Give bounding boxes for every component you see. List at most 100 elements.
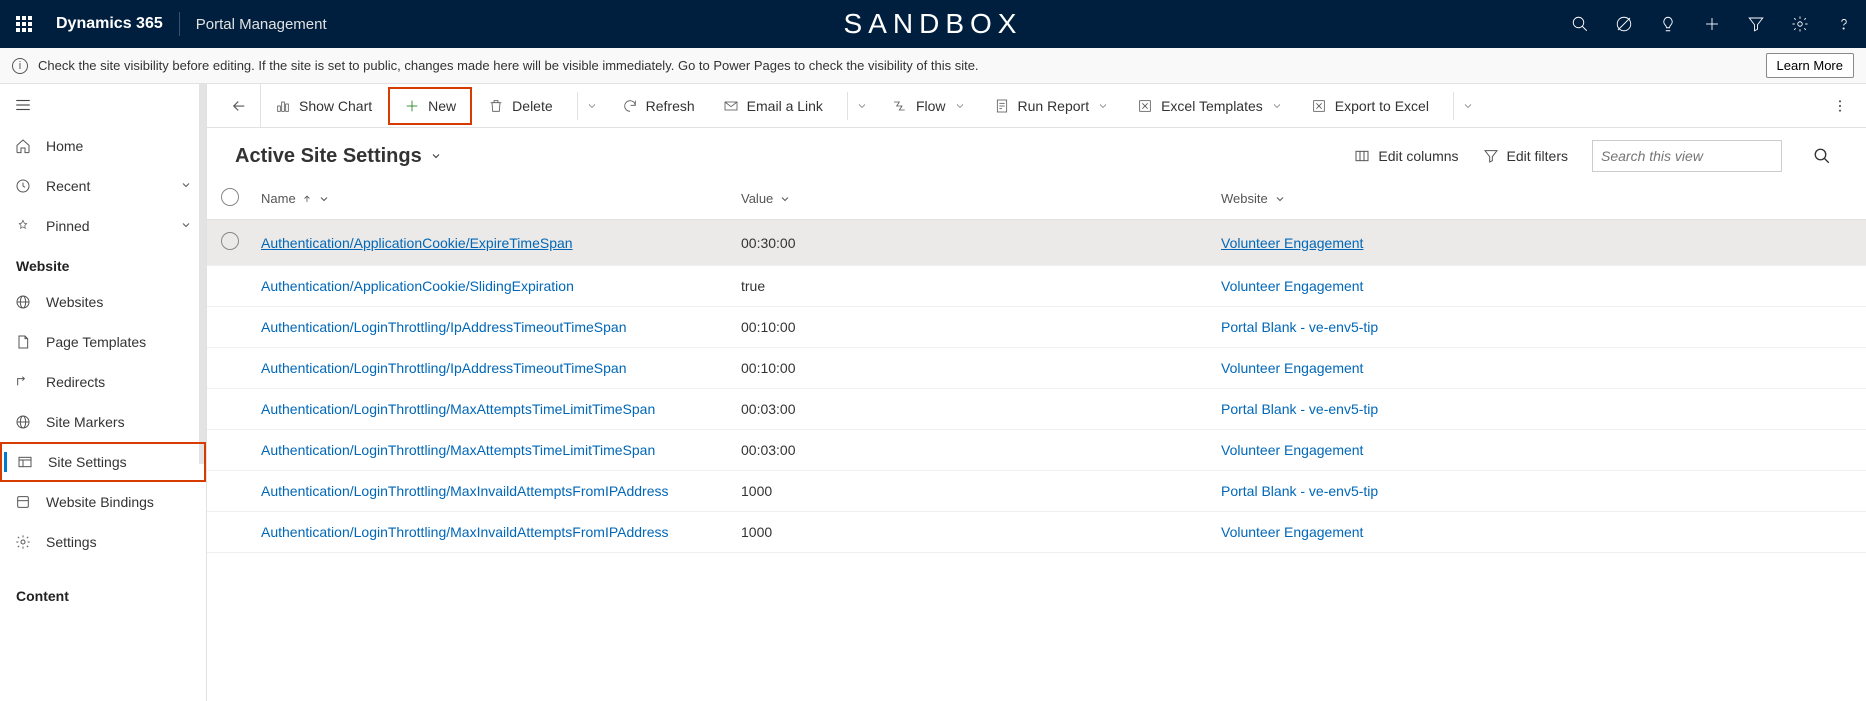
app-launcher-button[interactable] <box>0 0 48 48</box>
cell-name: Authentication/ApplicationCookie/Sliding… <box>253 266 733 307</box>
sidebar-item-site-markers[interactable]: Site Markers <box>0 402 206 442</box>
flow-button[interactable]: Flow <box>878 84 980 128</box>
table-row[interactable]: Authentication/LoginThrottling/IpAddress… <box>207 348 1866 389</box>
name-link[interactable]: Authentication/ApplicationCookie/ExpireT… <box>261 235 573 251</box>
lightbulb-icon <box>1659 15 1677 33</box>
sidebar-item-websites[interactable]: Websites <box>0 282 206 322</box>
col-header-name[interactable]: Name <box>253 178 733 220</box>
trash-icon <box>488 98 504 114</box>
email-split-button[interactable] <box>837 84 878 128</box>
sidebar-toggle[interactable] <box>0 84 206 126</box>
row-select-cell[interactable] <box>207 307 253 348</box>
table-row[interactable]: Authentication/LoginThrottling/MaxInvail… <box>207 512 1866 553</box>
view-selector[interactable]: Active Site Settings <box>235 145 442 168</box>
export-split-button[interactable] <box>1443 84 1484 128</box>
website-link[interactable]: Portal Blank - ve-env5-tip <box>1221 319 1378 335</box>
col-header-value[interactable]: Value <box>733 178 1213 220</box>
excel-templates-button[interactable]: Excel Templates <box>1123 84 1297 128</box>
search-view-button[interactable] <box>1806 140 1838 172</box>
radio-icon <box>221 188 239 206</box>
edit-filters-button[interactable]: Edit filters <box>1483 148 1568 164</box>
divider <box>847 92 848 120</box>
cell-value: 00:10:00 <box>733 348 1213 389</box>
assistant-button[interactable] <box>1602 0 1646 48</box>
back-button[interactable] <box>217 84 261 128</box>
sidebar-item-page-templates[interactable]: Page Templates <box>0 322 206 362</box>
website-link[interactable]: Portal Blank - ve-env5-tip <box>1221 401 1378 417</box>
delete-button[interactable]: Delete <box>474 84 566 128</box>
name-link[interactable]: Authentication/LoginThrottling/IpAddress… <box>261 360 627 376</box>
hamburger-icon <box>14 96 32 114</box>
search-input[interactable] <box>1601 148 1783 164</box>
sidebar-item-pinned[interactable]: Pinned <box>0 206 206 246</box>
settings-button[interactable] <box>1778 0 1822 48</box>
website-link[interactable]: Portal Blank - ve-env5-tip <box>1221 483 1378 499</box>
sidebar-item-redirects[interactable]: Redirects <box>0 362 206 402</box>
refresh-button[interactable]: Refresh <box>608 84 709 128</box>
app-name-label[interactable]: Portal Management <box>196 16 327 33</box>
cell-value: 00:03:00 <box>733 430 1213 471</box>
row-select-cell[interactable] <box>207 512 253 553</box>
table-row[interactable]: Authentication/LoginThrottling/MaxAttemp… <box>207 389 1866 430</box>
redirect-icon <box>14 373 32 391</box>
home-icon <box>14 137 32 155</box>
cell-website: Volunteer Engagement <box>1213 220 1866 266</box>
sidebar-item-home[interactable]: Home <box>0 126 206 166</box>
table-row[interactable]: Authentication/LoginThrottling/MaxAttemp… <box>207 430 1866 471</box>
name-link[interactable]: Authentication/LoginThrottling/MaxInvail… <box>261 524 669 540</box>
website-link[interactable]: Volunteer Engagement <box>1221 235 1363 251</box>
name-link[interactable]: Authentication/LoginThrottling/MaxInvail… <box>261 483 669 499</box>
email-link-button[interactable]: Email a Link <box>709 84 837 128</box>
new-button[interactable]: New <box>388 87 472 125</box>
website-link[interactable]: Volunteer Engagement <box>1221 360 1363 376</box>
header-divider <box>179 12 180 36</box>
row-select-cell[interactable] <box>207 389 253 430</box>
table-row[interactable]: Authentication/LoginThrottling/MaxInvail… <box>207 471 1866 512</box>
run-report-button[interactable]: Run Report <box>980 84 1124 128</box>
brand-label[interactable]: Dynamics 365 <box>56 15 163 33</box>
chevron-down-icon <box>779 193 791 205</box>
cell-website: Volunteer Engagement <box>1213 512 1866 553</box>
ideas-button[interactable] <box>1646 0 1690 48</box>
table-row[interactable]: Authentication/ApplicationCookie/ExpireT… <box>207 220 1866 266</box>
website-link[interactable]: Volunteer Engagement <box>1221 524 1363 540</box>
export-excel-button[interactable]: Export to Excel <box>1297 84 1443 128</box>
add-button[interactable] <box>1690 0 1734 48</box>
data-table: Name Value Website <box>207 178 1866 553</box>
sidebar-item-site-settings[interactable]: Site Settings <box>0 442 206 482</box>
sidebar-item-settings[interactable]: Settings <box>0 522 206 562</box>
table-row[interactable]: Authentication/ApplicationCookie/Sliding… <box>207 266 1866 307</box>
delete-split-button[interactable] <box>567 84 608 128</box>
row-select-cell[interactable] <box>207 348 253 389</box>
table-row[interactable]: Authentication/LoginThrottling/IpAddress… <box>207 307 1866 348</box>
report-icon <box>994 98 1010 114</box>
bindings-icon <box>14 493 32 511</box>
name-link[interactable]: Authentication/LoginThrottling/MaxAttemp… <box>261 401 655 417</box>
col-header-website[interactable]: Website <box>1213 178 1866 220</box>
search-view-box[interactable] <box>1592 140 1782 172</box>
sidebar-item-label: Page Templates <box>46 334 146 350</box>
overflow-button[interactable] <box>1824 98 1856 114</box>
filter-button[interactable] <box>1734 0 1778 48</box>
chart-icon <box>275 98 291 114</box>
help-button[interactable] <box>1822 0 1866 48</box>
name-link[interactable]: Authentication/ApplicationCookie/Sliding… <box>261 278 574 294</box>
select-all-header[interactable] <box>207 178 253 220</box>
sidebar-item-website-bindings[interactable]: Website Bindings <box>0 482 206 522</box>
website-link[interactable]: Volunteer Engagement <box>1221 278 1363 294</box>
search-button[interactable] <box>1558 0 1602 48</box>
show-chart-button[interactable]: Show Chart <box>261 84 386 128</box>
cmd-label: Delete <box>512 98 552 114</box>
website-link[interactable]: Volunteer Engagement <box>1221 442 1363 458</box>
row-select-cell[interactable] <box>207 471 253 512</box>
name-link[interactable]: Authentication/LoginThrottling/MaxAttemp… <box>261 442 655 458</box>
learn-more-button[interactable]: Learn More <box>1766 53 1854 78</box>
sidebar-item-recent[interactable]: Recent <box>0 166 206 206</box>
row-select-cell[interactable] <box>207 266 253 307</box>
name-link[interactable]: Authentication/LoginThrottling/IpAddress… <box>261 319 627 335</box>
refresh-icon <box>622 98 638 114</box>
edit-columns-button[interactable]: Edit columns <box>1354 148 1458 164</box>
row-select-cell[interactable] <box>207 430 253 471</box>
row-select-cell[interactable] <box>207 220 253 266</box>
cmd-label: Email a Link <box>747 98 823 114</box>
